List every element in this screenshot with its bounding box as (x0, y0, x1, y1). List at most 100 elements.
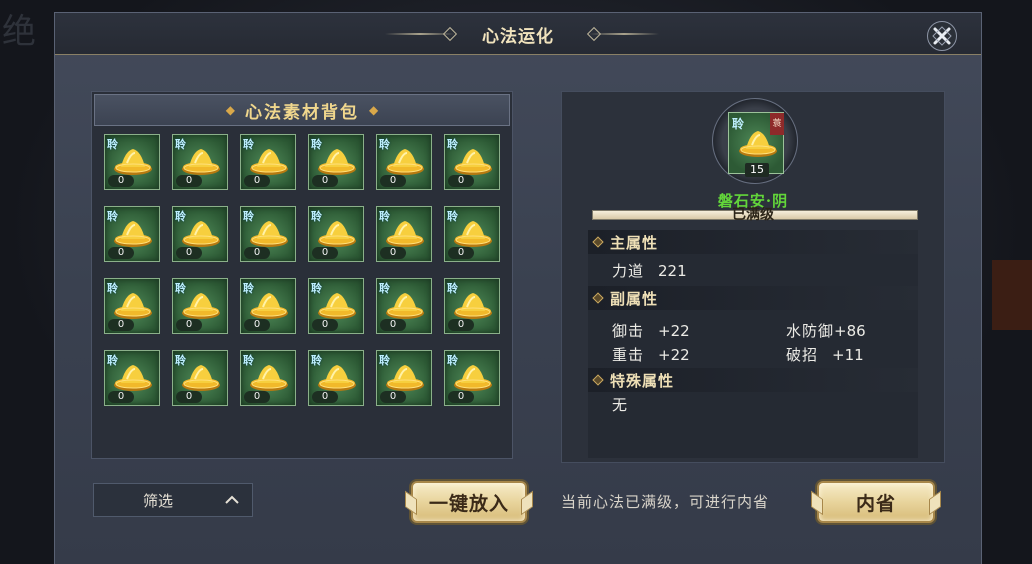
gold-ingot-icon (250, 221, 288, 247)
gold-ingot-icon (318, 293, 356, 319)
diamond-icon (592, 236, 604, 248)
item-tag: 蓑 (770, 113, 784, 135)
slot-count: 0 (448, 247, 474, 259)
main-attr-title: 主属性 (610, 233, 659, 252)
bag-slot[interactable]: 聆0 (376, 278, 432, 334)
gold-ingot-icon (454, 293, 492, 319)
slot-count: 0 (108, 247, 134, 259)
bag-slot[interactable]: 聆0 (376, 206, 432, 262)
slot-count: 0 (108, 175, 134, 187)
attr-value: +22 (658, 346, 690, 364)
slot-count: 0 (176, 247, 202, 259)
diamond-icon (592, 374, 604, 386)
bag-slot[interactable]: 聆0 (240, 206, 296, 262)
gold-ingot-icon (250, 293, 288, 319)
gold-ingot-icon (114, 365, 152, 391)
slot-count: 0 (380, 175, 406, 187)
attr-label: 水防御 (786, 322, 835, 340)
filter-dropdown[interactable]: 筛选 (93, 483, 253, 517)
bag-slot[interactable]: 聆0 (104, 134, 160, 190)
bag-slot[interactable]: 聆0 (172, 206, 228, 262)
xinfa-item-icon[interactable]: 聆 蓑 15 (728, 112, 784, 177)
special-attr-header: 特殊属性 (588, 368, 918, 392)
title-ornament-right (589, 33, 659, 35)
item-level: 15 (745, 163, 769, 177)
slot-count: 0 (448, 391, 474, 403)
close-icon (932, 26, 952, 46)
bag-header: ◆ 心法素材背包 ◆ (94, 94, 510, 126)
xinfa-detail-panel: 聆 蓑 15 磐石安·阴 已满级 主属性 力道 221 副属性 御击 +22 水… (561, 91, 945, 463)
attr-row: 破招 +11 (786, 344, 864, 365)
gold-ingot-icon (114, 149, 152, 175)
background-logo: 绝 (2, 12, 36, 52)
attr-label: 重击 (612, 346, 645, 364)
slot-count: 0 (176, 319, 202, 331)
gold-ingot-icon (114, 293, 152, 319)
bag-slot[interactable]: 聆0 (240, 134, 296, 190)
gold-ingot-icon (318, 365, 356, 391)
attr-value: 221 (658, 262, 687, 280)
bag-slot[interactable]: 聆0 (104, 278, 160, 334)
chevron-up-icon (212, 495, 252, 505)
gold-ingot-icon (182, 221, 220, 247)
slot-count: 0 (312, 247, 338, 259)
title-bar: 心法运化 (55, 13, 981, 55)
slot-count: 0 (312, 391, 338, 403)
material-bag-panel: ◆ 心法素材背包 ◆ 聆0聆0聆0聆0聆0聆0聆0聆0聆0聆0聆0聆0聆0聆0聆… (91, 91, 513, 459)
bag-slot[interactable]: 聆0 (308, 206, 364, 262)
close-button[interactable] (927, 21, 957, 51)
gold-ingot-icon (114, 221, 152, 247)
bag-slot[interactable]: 聆0 (444, 278, 500, 334)
attr-value: +22 (658, 322, 690, 340)
bag-slot[interactable]: 聆0 (444, 206, 500, 262)
one-click-insert-button[interactable]: 一键放入 (411, 481, 527, 523)
slot-count: 0 (380, 247, 406, 259)
diamond-icon: ◆ (225, 103, 235, 117)
attr-row: 重击 +22 (612, 344, 690, 365)
bag-slot[interactable]: 聆0 (240, 350, 296, 406)
bag-slot[interactable]: 聆0 (104, 350, 160, 406)
bag-slot[interactable]: 聆0 (172, 278, 228, 334)
sub-attr-header: 副属性 (588, 286, 918, 310)
gold-ingot-icon (386, 221, 424, 247)
slot-count: 0 (380, 391, 406, 403)
bag-slot[interactable]: 聆0 (308, 134, 364, 190)
sub-attr-title: 副属性 (610, 289, 659, 308)
gold-ingot-icon (386, 293, 424, 319)
slot-count: 0 (448, 175, 474, 187)
gold-ingot-icon (182, 365, 220, 391)
attr-label: 破招 (786, 346, 819, 364)
gold-ingot-icon (182, 149, 220, 175)
slot-count: 0 (312, 175, 338, 187)
bag-slot[interactable]: 聆0 (104, 206, 160, 262)
bag-slot[interactable]: 聆0 (444, 134, 500, 190)
bag-slot[interactable]: 聆0 (444, 350, 500, 406)
slot-count: 0 (244, 175, 270, 187)
attr-label: 力道 (612, 262, 645, 280)
diamond-icon (592, 292, 604, 304)
main-attr-header: 主属性 (588, 230, 918, 254)
attr-value: +86 (834, 322, 866, 340)
bag-slot[interactable]: 聆0 (308, 278, 364, 334)
special-attr-title: 特殊属性 (610, 371, 675, 390)
attr-value: +11 (832, 346, 864, 364)
bag-slot[interactable]: 聆0 (308, 350, 364, 406)
gold-ingot-icon (182, 293, 220, 319)
introspect-button[interactable]: 内省 (817, 481, 935, 523)
xinfa-window: 心法运化 ◆ 心法素材背包 ◆ 聆0聆0聆0聆0聆0聆0聆0聆0聆0聆0聆0聆0… (54, 12, 982, 564)
gold-ingot-icon (454, 221, 492, 247)
bag-slot[interactable]: 聆0 (376, 350, 432, 406)
bag-slot[interactable]: 聆0 (172, 350, 228, 406)
bag-slot[interactable]: 聆0 (172, 134, 228, 190)
bag-title: 心法素材背包 (245, 102, 359, 123)
bag-slot[interactable]: 聆0 (240, 278, 296, 334)
slot-count: 0 (108, 391, 134, 403)
gold-ingot-icon (454, 149, 492, 175)
filter-label: 筛选 (142, 491, 173, 510)
diamond-icon: ◆ (369, 103, 379, 117)
attr-row: 水防御+86 (786, 320, 866, 341)
gold-ingot-icon (454, 365, 492, 391)
slot-count: 0 (312, 319, 338, 331)
bag-slot[interactable]: 聆0 (376, 134, 432, 190)
slot-count: 0 (380, 319, 406, 331)
